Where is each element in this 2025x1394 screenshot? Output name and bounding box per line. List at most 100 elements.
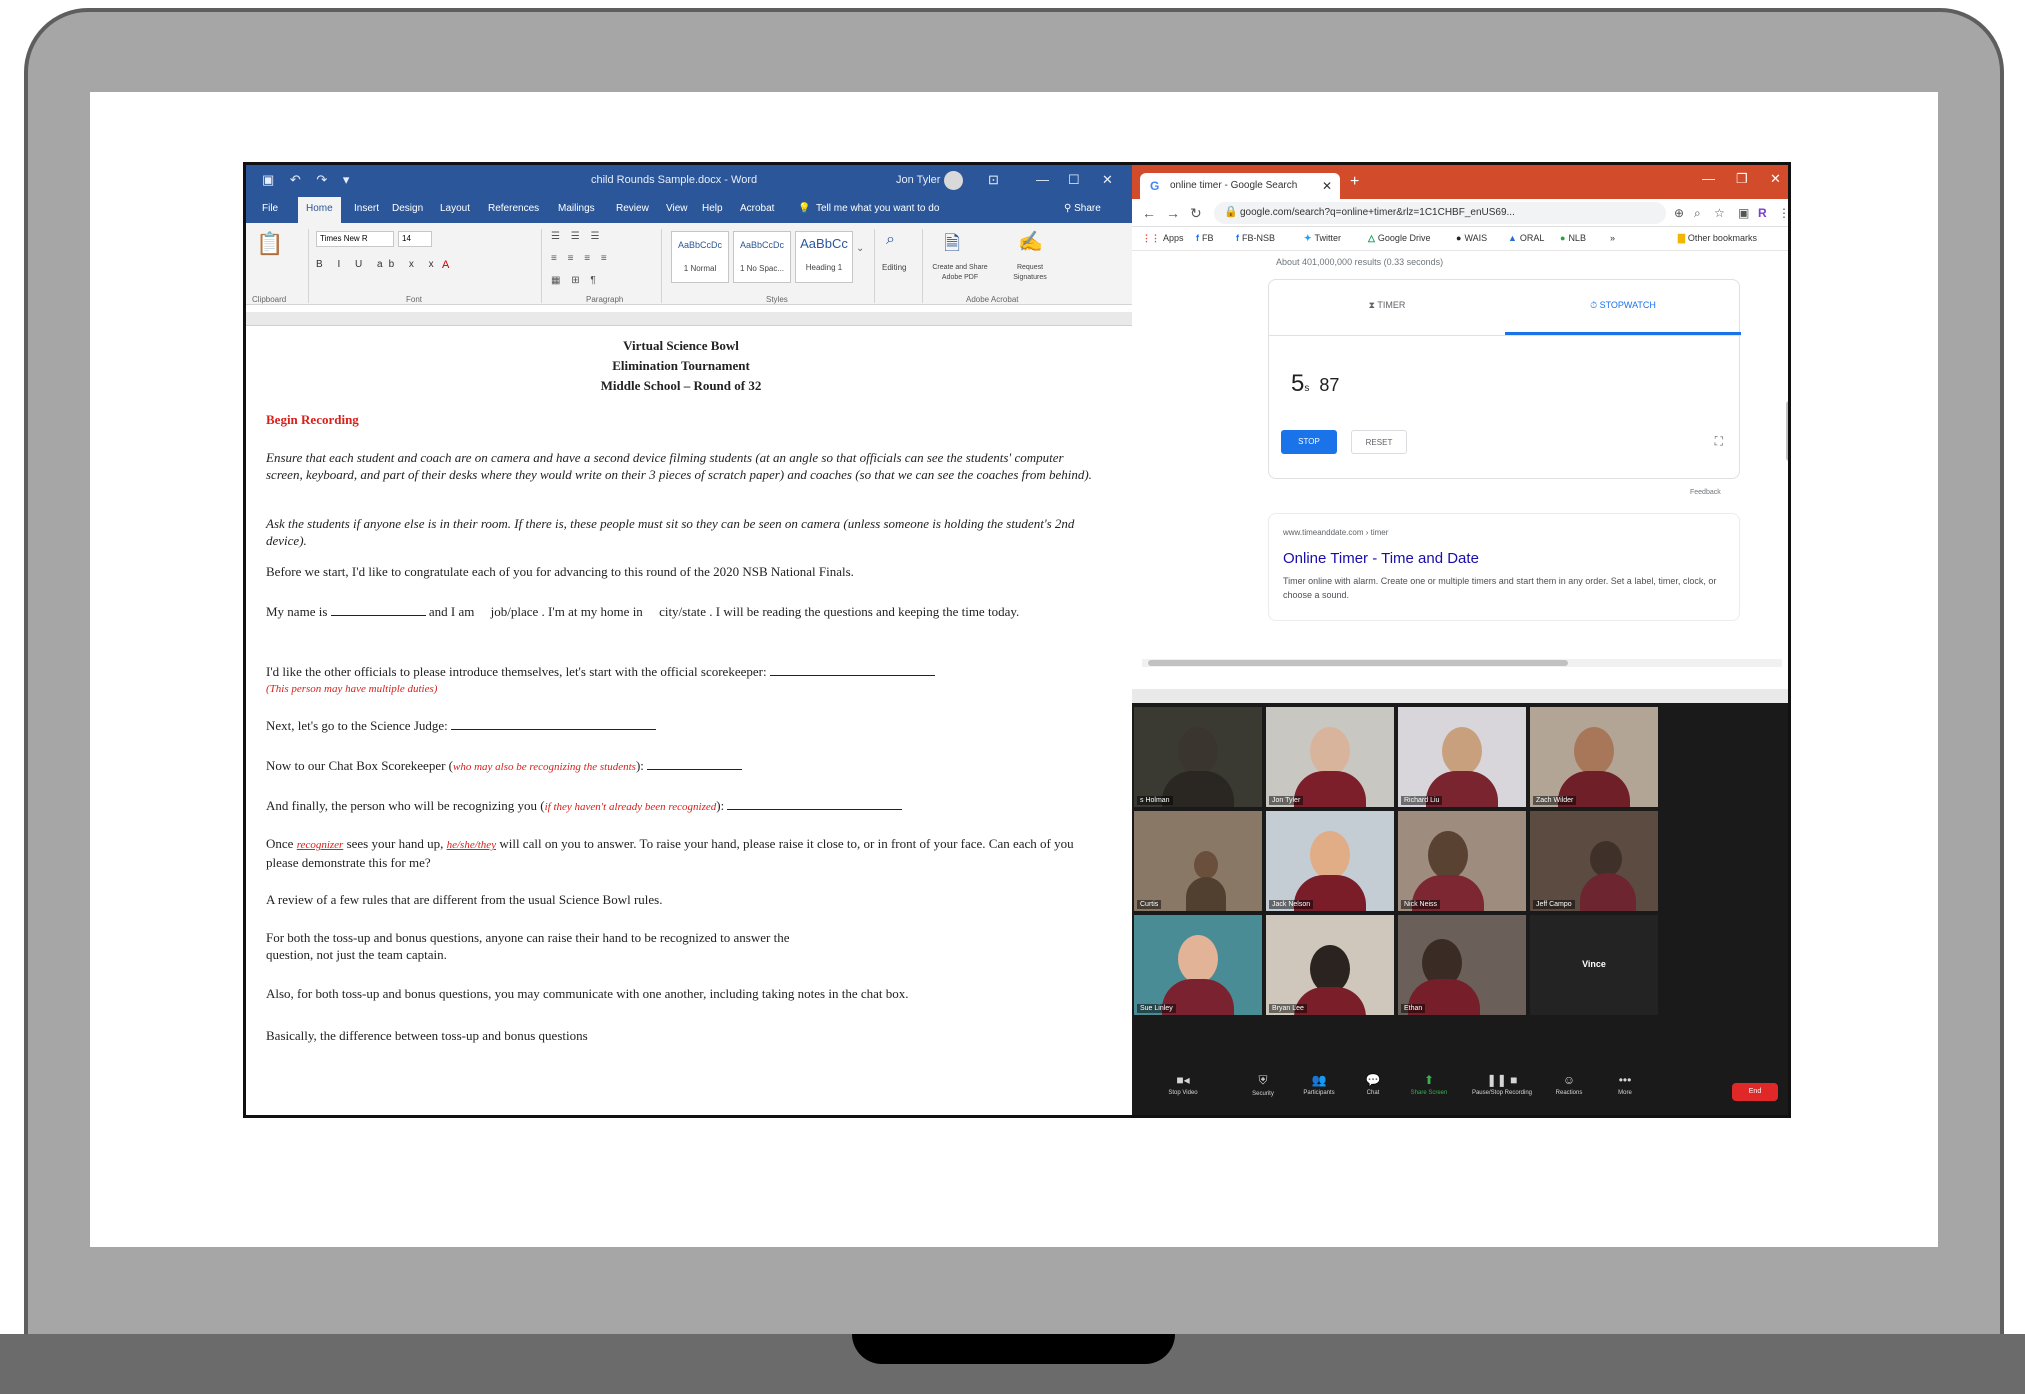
end-meeting-button[interactable]: End: [1732, 1083, 1778, 1101]
participant-tile[interactable]: s Holman: [1134, 707, 1262, 807]
participant-tile[interactable]: Bryan Lee: [1266, 915, 1394, 1015]
stop-video-button[interactable]: ■◂ Stop Video: [1156, 1073, 1210, 1096]
tab-view[interactable]: View: [666, 203, 688, 214]
styles-gallery-chevron-icon[interactable]: ⌄: [856, 243, 864, 254]
participant-head: [1590, 841, 1622, 877]
tell-me-box[interactable]: Tell me what you want to do: [816, 203, 939, 214]
bookmark-star-icon[interactable]: ☆: [1714, 206, 1725, 220]
stop-button[interactable]: STOP: [1281, 430, 1337, 454]
result-url[interactable]: www.timeanddate.com › timer: [1283, 528, 1388, 537]
participant-tile[interactable]: Jeff Campo: [1530, 811, 1658, 911]
tab-file[interactable]: File: [262, 203, 278, 214]
list-icons[interactable]: ☰ ☰ ☰: [551, 231, 603, 242]
pause-recording-button[interactable]: ❚❚ ■ Pause/Stop Recording: [1466, 1073, 1538, 1096]
fullscreen-icon[interactable]: ⛶: [1715, 434, 1723, 449]
chrome-menu-icon[interactable]: ⋮: [1778, 206, 1788, 220]
bookmark-nlb[interactable]: ● NLB: [1560, 233, 1586, 243]
tab-references[interactable]: References: [488, 203, 539, 214]
quick-access-save-icon[interactable]: ▣ ↶ ↷ ▾: [262, 172, 355, 188]
horizontal-scroll-thumb[interactable]: [1148, 660, 1568, 666]
maximize-icon[interactable]: ☐: [1068, 172, 1080, 188]
paste-icon[interactable]: 📋: [256, 231, 283, 257]
search-icon[interactable]: ⌕: [1694, 206, 1701, 221]
bookmark-fb-nsb[interactable]: f FB-NSB: [1236, 233, 1275, 243]
bookmark-apps[interactable]: ⋮⋮ Apps: [1142, 233, 1184, 244]
close-icon[interactable]: ✕: [1102, 172, 1113, 188]
word-user-name[interactable]: Jon Tyler: [896, 174, 940, 186]
bookmark-oral[interactable]: ▲ ORAL: [1508, 233, 1544, 243]
create-pdf-icon[interactable]: 🗎: [944, 229, 960, 263]
style-heading-1[interactable]: AaBbCc Heading 1: [795, 231, 853, 283]
doc-para-12: Also, for both toss-up and bonus questio…: [266, 986, 909, 1001]
facebook-icon: f: [1236, 233, 1239, 243]
participant-tile[interactable]: Ethan: [1398, 915, 1526, 1015]
bookmark-fb[interactable]: f FB: [1196, 233, 1214, 243]
reload-icon[interactable]: ↻: [1190, 205, 1202, 222]
bookmarks-overflow-icon[interactable]: »: [1610, 233, 1615, 243]
align-icons[interactable]: ≡ ≡ ≡ ≡: [551, 253, 611, 264]
minimize-icon[interactable]: —: [1036, 172, 1049, 187]
share-button[interactable]: ⚲ Share: [1064, 203, 1101, 214]
tab-layout[interactable]: Layout: [440, 203, 470, 214]
participants-button[interactable]: 👥 Participants: [1292, 1073, 1346, 1096]
result-title[interactable]: Online Timer - Time and Date: [1283, 550, 1479, 567]
font-color-icon[interactable]: A: [442, 259, 449, 271]
tab-home[interactable]: Home: [298, 197, 341, 223]
tab-design[interactable]: Design: [392, 203, 423, 214]
font-name-select[interactable]: Times New R: [316, 231, 394, 247]
chat-button[interactable]: 💬 Chat: [1346, 1073, 1400, 1096]
vertical-scrollbar[interactable]: [1786, 401, 1788, 461]
tab-help[interactable]: Help: [702, 203, 723, 214]
user-avatar[interactable]: [944, 171, 963, 190]
more-button[interactable]: ••• More: [1598, 1073, 1652, 1096]
chrome-tab[interactable]: G online timer - Google Search ✕: [1140, 173, 1340, 199]
address-bar[interactable]: 🔒 google.com/search?q=online+timer&rlz=1…: [1214, 202, 1666, 224]
security-button[interactable]: ⛨ Security: [1236, 1073, 1290, 1097]
font-size-select[interactable]: 14: [398, 231, 432, 247]
create-pdf-label[interactable]: Create and Share Adobe PDF: [928, 263, 992, 283]
participant-tile[interactable]: Jon Tyler: [1266, 707, 1394, 807]
bookmark-wais[interactable]: ● WAIS: [1456, 233, 1487, 243]
style-no-spacing[interactable]: AaBbCcDc 1 No Spac...: [733, 231, 791, 283]
bookmark-twitter[interactable]: ✦ Twitter: [1304, 233, 1341, 244]
new-tab-icon[interactable]: +: [1350, 173, 1359, 191]
chrome-restore-icon[interactable]: ❐: [1736, 171, 1748, 187]
participant-tile[interactable]: Sue Linley: [1134, 915, 1262, 1015]
back-icon[interactable]: ←: [1142, 205, 1156, 221]
participant-tile[interactable]: Zach Wilder: [1530, 707, 1658, 807]
participant-tile[interactable]: Jack Nelson: [1266, 811, 1394, 911]
share-screen-button[interactable]: ⬆ Share Screen: [1402, 1073, 1456, 1096]
tab-close-icon[interactable]: ✕: [1322, 179, 1332, 193]
bookmark-google-drive[interactable]: △ Google Drive: [1368, 233, 1430, 244]
find-icon[interactable]: ⌕: [886, 231, 895, 249]
reset-button[interactable]: RESET: [1351, 430, 1407, 454]
participant-tile[interactable]: Richard Liu: [1398, 707, 1526, 807]
participant-tile[interactable]: Vince: [1530, 915, 1658, 1015]
share-page-icon[interactable]: ⊕: [1674, 206, 1684, 220]
reactions-button[interactable]: ☺ Reactions: [1542, 1073, 1596, 1096]
tab-insert[interactable]: Insert: [354, 203, 379, 214]
tab-acrobat[interactable]: Acrobat: [740, 203, 774, 214]
ribbon-display-icon[interactable]: ⊡: [988, 172, 999, 188]
timer-tab[interactable]: ⧗ TIMER: [1269, 300, 1505, 311]
forward-icon[interactable]: →: [1166, 205, 1180, 221]
extension-r-icon[interactable]: R: [1758, 206, 1767, 220]
request-signatures-label[interactable]: Request Signatures: [1002, 263, 1058, 283]
tab-review[interactable]: Review: [616, 203, 649, 214]
participant-tile[interactable]: Nick Neiss: [1398, 811, 1526, 911]
participant-tile[interactable]: Curtis: [1134, 811, 1262, 911]
participant-body: [1186, 877, 1226, 911]
chrome-close-icon[interactable]: ✕: [1770, 171, 1781, 187]
horizontal-scrollbar[interactable]: [1142, 659, 1782, 667]
feedback-link[interactable]: Feedback: [1690, 489, 1721, 496]
editing-label[interactable]: Editing: [882, 263, 906, 272]
chrome-minimize-icon[interactable]: —: [1702, 171, 1715, 186]
shading-icons[interactable]: ▦ ⊞ ¶: [551, 275, 600, 286]
bookmark-other[interactable]: ▇ Other bookmarks: [1678, 233, 1757, 244]
tab-mailings[interactable]: Mailings: [558, 203, 595, 214]
font-format-icons[interactable]: B I U ab x x: [316, 259, 440, 270]
style-normal[interactable]: AaBbCcDc 1 Normal: [671, 231, 729, 283]
extension-icon[interactable]: ▣: [1738, 206, 1749, 220]
stopwatch-tab[interactable]: ⏱ STOPWATCH: [1505, 300, 1741, 311]
request-signatures-icon[interactable]: ✍: [1018, 229, 1043, 254]
